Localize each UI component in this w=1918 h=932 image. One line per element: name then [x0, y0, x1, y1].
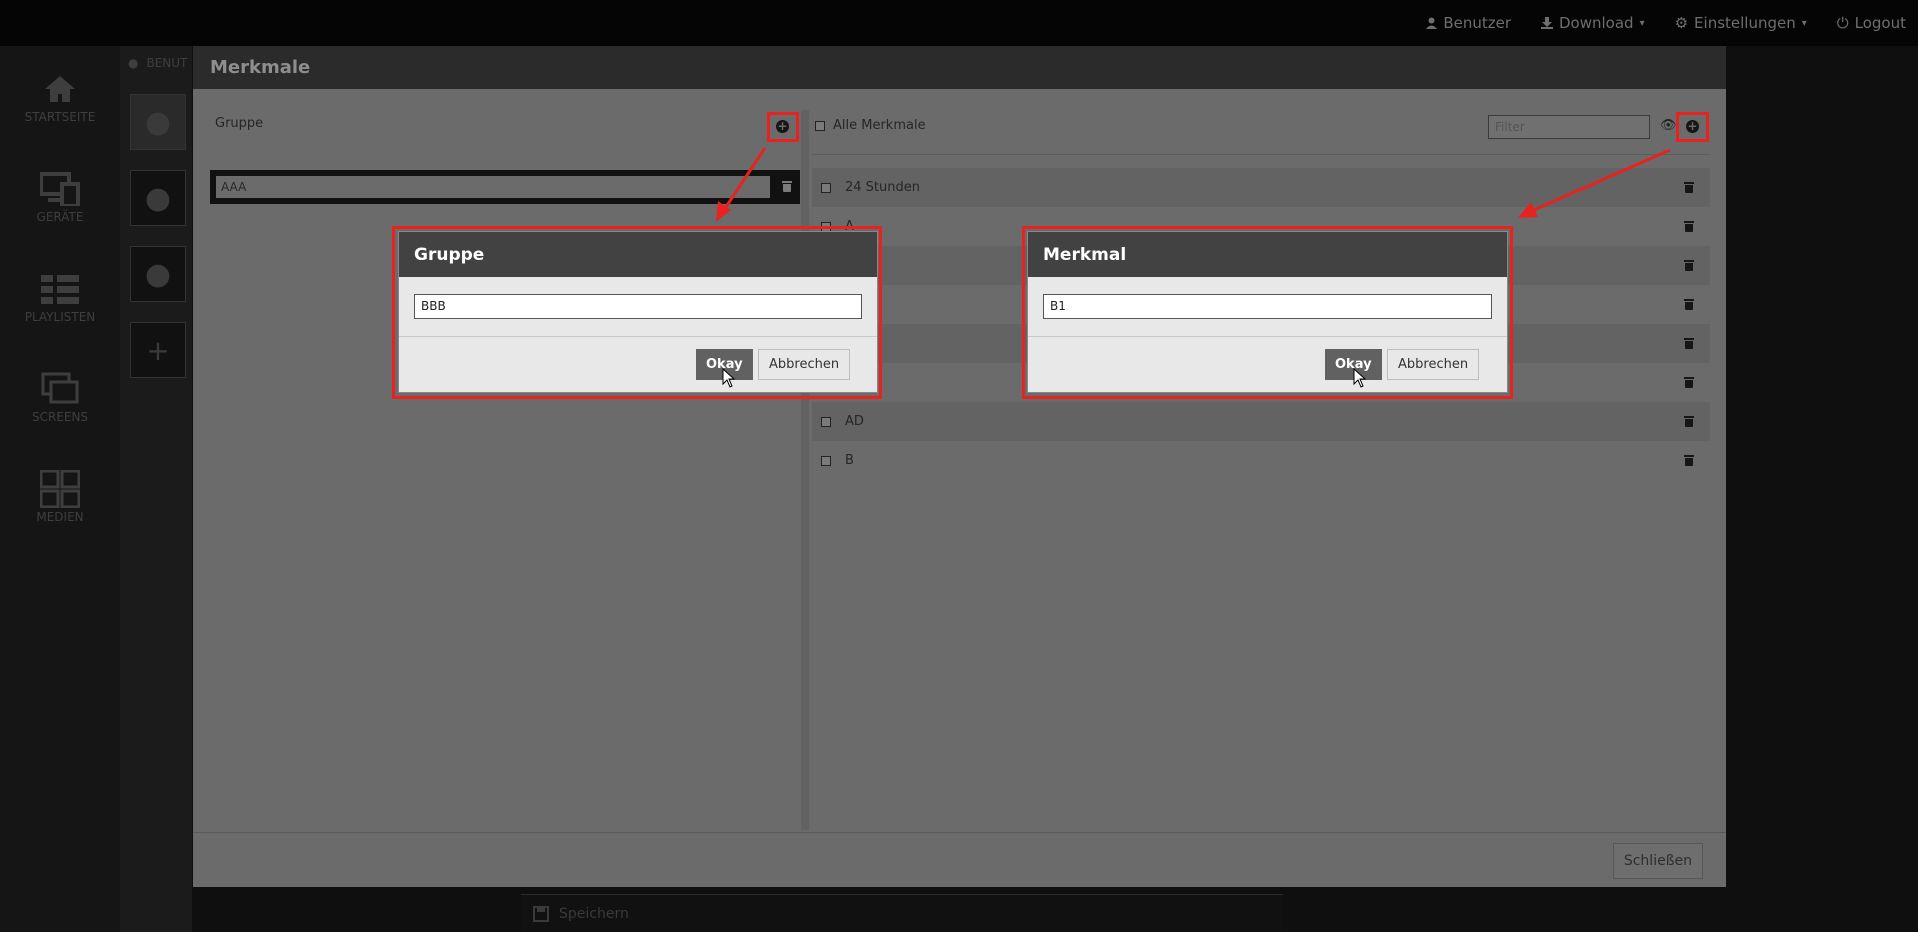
sidebar-item-screens[interactable]: SCREENS: [0, 368, 120, 424]
mouse-cursor-icon: [722, 368, 736, 388]
sidebar-item-label: PLAYLISTEN: [24, 310, 96, 324]
power-icon: ⏻: [1836, 14, 1849, 32]
pane-divider: [801, 110, 809, 830]
highlight-box: [1676, 112, 1709, 142]
gear-icon: ⚙: [1674, 14, 1689, 32]
nav-benutzer-label: Benutzer: [1443, 14, 1511, 32]
feature-dialog-footer: Okay Abbrechen: [1028, 337, 1507, 393]
item-label: 24 Stunden: [845, 180, 920, 195]
sidebar-item-playlisten[interactable]: PLAYLISTEN: [0, 268, 120, 324]
group-dialog-body: BBB: [399, 277, 877, 337]
trash-icon[interactable]: [1684, 377, 1694, 388]
right-pane-divider: [812, 154, 1710, 155]
group-name-input[interactable]: BBB: [414, 294, 862, 319]
nav-download[interactable]: Download ▾: [1541, 14, 1645, 32]
group-row[interactable]: AAA: [210, 170, 800, 204]
eye-icon[interactable]: 👁: [1660, 118, 1677, 133]
item-checkbox[interactable]: [821, 416, 831, 427]
top-nav: Benutzer Download ▾ ⚙ Einstellungen ▾ ⏻ …: [1426, 0, 1906, 46]
save-label: Speichern: [559, 905, 629, 922]
trash-icon[interactable]: [1684, 182, 1694, 193]
caret-down-icon: ▾: [1639, 17, 1645, 29]
filter-input[interactable]: Filter: [1488, 115, 1650, 139]
media-icon: [40, 470, 80, 508]
list-item[interactable]: AD: [812, 402, 1710, 441]
sidebar-item-label: STARTSEITE: [24, 110, 96, 124]
trash-icon[interactable]: [1684, 299, 1694, 310]
group-dialog: Gruppe BBB Okay Abbrechen: [398, 231, 878, 393]
modal-title: Merkmale: [193, 46, 1726, 89]
nav-einstellungen[interactable]: ⚙ Einstellungen ▾: [1675, 14, 1807, 32]
sidebar-item-startseite[interactable]: STARTSEITE: [0, 68, 120, 124]
trash-icon[interactable]: [1684, 221, 1694, 232]
save-bar[interactable]: Speichern: [521, 894, 1283, 932]
save-icon: [533, 905, 549, 922]
sidebar-item-label: SCREENS: [31, 410, 89, 424]
devices-icon: [40, 172, 80, 206]
highlight-box: [767, 112, 799, 142]
nav-logout-label: Logout: [1854, 14, 1906, 32]
list-item[interactable]: B: [812, 441, 1710, 480]
modal-footer: Schließen: [193, 832, 1726, 887]
item-label: AD: [845, 414, 864, 429]
download-icon: [1541, 17, 1553, 29]
avatar[interactable]: ●: [130, 170, 186, 226]
sidebar-item-geraete[interactable]: GERÄTE: [0, 168, 120, 224]
item-checkbox[interactable]: [821, 455, 831, 466]
screens-icon: [41, 372, 79, 404]
caret-down-icon: ▾: [1801, 17, 1807, 29]
user-icon: [1426, 17, 1438, 29]
close-button[interactable]: Schließen: [1612, 843, 1703, 879]
trash-icon[interactable]: [782, 181, 792, 192]
user-column-title: BENUT: [146, 56, 188, 70]
group-dialog-title: Gruppe: [399, 232, 877, 277]
add-user-button[interactable]: +: [130, 322, 186, 378]
avatar-icon: ●: [144, 256, 172, 292]
avatar-icon: ●: [144, 104, 172, 140]
avatar-icon: ●: [144, 180, 172, 216]
user-circle-icon: ●: [128, 56, 139, 70]
avatar[interactable]: ●: [130, 246, 186, 302]
feature-cancel-button[interactable]: Abbrechen: [1387, 349, 1480, 380]
list-item[interactable]: 24 Stunden: [812, 168, 1710, 207]
user-column: ● BENUT ● ● ● +: [120, 46, 192, 932]
group-dialog-footer: Okay Abbrechen: [399, 337, 877, 393]
select-all-row[interactable]: Alle Merkmale: [815, 118, 926, 133]
home-icon: [45, 76, 75, 102]
user-column-header: ● BENUT: [128, 56, 187, 70]
trash-icon[interactable]: [1684, 416, 1694, 427]
trash-icon[interactable]: [1684, 260, 1694, 271]
sidebar-item-label: MEDIEN: [36, 510, 84, 524]
playlist-icon: [41, 275, 79, 304]
select-all-checkbox[interactable]: [815, 120, 825, 131]
trash-icon[interactable]: [1684, 455, 1694, 466]
top-navbar: Benutzer Download ▾ ⚙ Einstellungen ▾ ⏻ …: [0, 0, 1918, 46]
nav-download-label: Download: [1559, 14, 1634, 32]
add-user-icon: +: [146, 333, 170, 367]
group-name-field[interactable]: AAA: [216, 176, 770, 198]
feature-dialog-body: B1: [1028, 277, 1507, 337]
group-cancel-button[interactable]: Abbrechen: [758, 349, 851, 380]
feature-dialog-title: Merkmal: [1028, 232, 1507, 277]
item-label: B: [845, 453, 854, 468]
item-checkbox[interactable]: [821, 182, 831, 193]
sidebar-item-label: GERÄTE: [36, 210, 84, 224]
trash-icon[interactable]: [1684, 338, 1694, 349]
nav-logout[interactable]: ⏻ Logout: [1837, 14, 1906, 32]
mouse-cursor-icon: [1353, 368, 1367, 388]
nav-einstellungen-label: Einstellungen: [1694, 14, 1796, 32]
feature-name-input[interactable]: B1: [1043, 294, 1492, 319]
group-pane-title: Gruppe: [215, 116, 264, 131]
sidebar: STARTSEITE GERÄTE PLAYLISTEN SCREENS MED…: [0, 46, 120, 932]
avatar[interactable]: ●: [130, 94, 186, 150]
sidebar-item-medien[interactable]: MEDIEN: [0, 468, 120, 524]
nav-benutzer[interactable]: Benutzer: [1426, 14, 1511, 32]
feature-dialog: Merkmal B1 Okay Abbrechen: [1027, 231, 1508, 393]
select-all-label: Alle Merkmale: [833, 118, 926, 133]
